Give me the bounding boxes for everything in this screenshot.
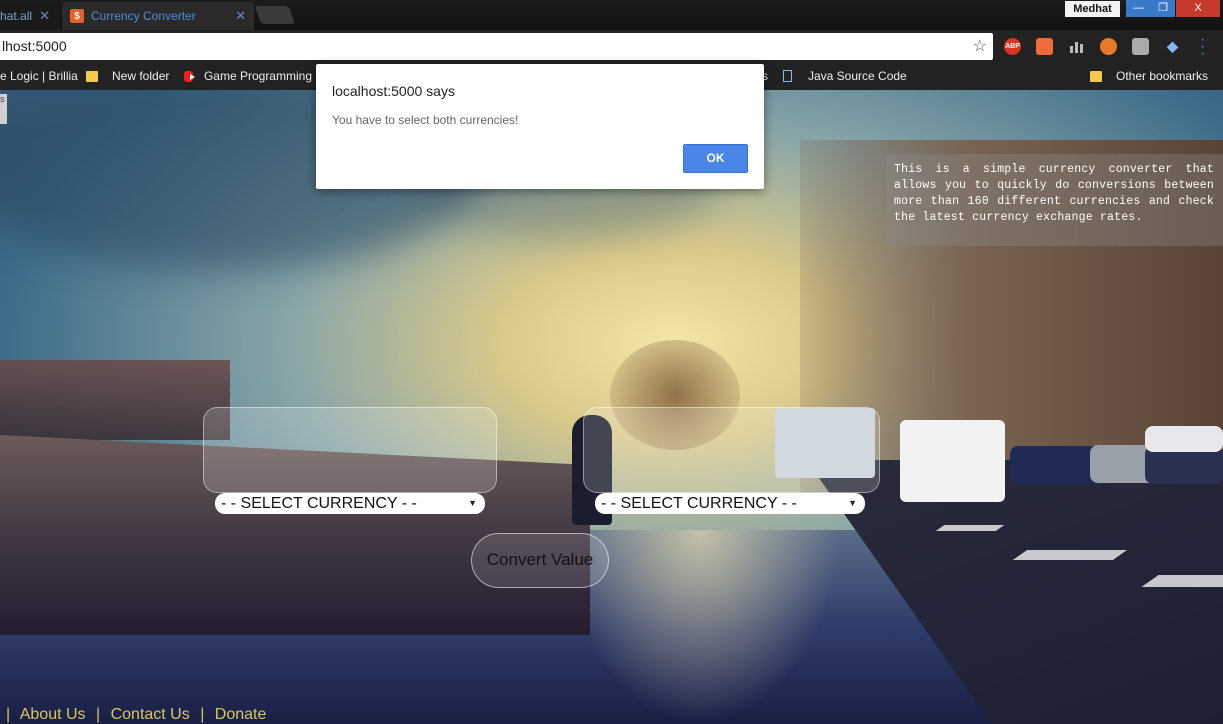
bookmark-item[interactable]: New folder xyxy=(86,69,169,83)
footer-separator: | xyxy=(6,706,11,723)
footer-separator: | xyxy=(200,706,205,723)
bookmark-star-icon[interactable]: ☆ xyxy=(973,33,987,60)
contact-us-link[interactable]: Contact Us xyxy=(111,706,190,723)
dropdown-arrow-icon: ▼ xyxy=(468,498,477,508)
bookmark-item[interactable]: e Logic | Brillia xyxy=(0,69,78,83)
youtube-icon xyxy=(184,70,195,82)
to-currency-select[interactable]: - - SELECT CURRENCY - - ▼ xyxy=(595,493,865,514)
close-tab-icon[interactable]: ✕ xyxy=(39,8,50,24)
dialog-message: You have to select both currencies! xyxy=(332,113,519,127)
new-tab-button[interactable] xyxy=(254,6,296,24)
bookmark-label: e Logic | Brillia xyxy=(0,69,78,83)
tab-label: Currency Converter xyxy=(91,9,196,23)
other-bookmarks[interactable]: Other bookmarks xyxy=(1090,69,1208,83)
background-lane-marking xyxy=(935,525,1005,531)
ok-button[interactable]: OK xyxy=(683,144,748,173)
info-text: This is a simple currency converter that… xyxy=(886,154,1223,246)
bookmark-item[interactable]: Java Source Code xyxy=(783,69,907,83)
select-value: - - SELECT CURRENCY - - xyxy=(601,495,797,512)
bookmark-label: New folder xyxy=(112,69,170,83)
maximize-button[interactable]: ❐ xyxy=(1151,0,1175,17)
folder-icon xyxy=(86,70,98,82)
adblock-icon[interactable]: ABP xyxy=(1004,38,1021,55)
from-currency-panel xyxy=(203,407,497,493)
donate-link[interactable]: Donate xyxy=(215,706,267,723)
close-tab-icon[interactable]: ✕ xyxy=(235,8,246,24)
tab-currency-converter[interactable]: $ Currency Converter ✕ xyxy=(62,2,254,30)
tab-label: hat.all xyxy=(0,9,33,23)
background-buildings-left xyxy=(0,360,230,440)
footer-separator: | xyxy=(95,706,101,723)
dollar-favicon-icon: $ xyxy=(70,9,84,23)
side-tab[interactable]: s xyxy=(0,94,7,124)
extension-stats-icon[interactable] xyxy=(1068,38,1085,55)
browser-titlebar: hat.all ✕ $ Currency Converter ✕ Medhat … xyxy=(0,0,1223,30)
bookmark-label: Game Programming xyxy=(203,69,312,83)
dialog-title: localhost:5000 says xyxy=(332,83,455,99)
background-van xyxy=(900,420,1005,502)
footer-links: | About Us | Contact Us | Donate xyxy=(6,706,272,724)
extension-orange-icon[interactable] xyxy=(1100,38,1117,55)
to-currency-panel xyxy=(583,407,880,493)
tab-inactive[interactable]: hat.all ✕ xyxy=(0,2,60,30)
alert-dialog: localhost:5000 says You have to select b… xyxy=(316,64,764,189)
dropdown-arrow-icon: ▼ xyxy=(848,498,857,508)
browser-menu-icon[interactable]: · · · xyxy=(1200,32,1205,62)
extension-photo-icon[interactable] xyxy=(1036,38,1053,55)
address-bar[interactable]: lhost:5000 ☆ xyxy=(0,33,993,60)
background-car xyxy=(1145,426,1223,452)
minimize-button[interactable]: — xyxy=(1126,0,1151,17)
extension-puzzle-icon[interactable] xyxy=(1132,38,1149,55)
bookmark-item[interactable]: Game Programming xyxy=(184,69,312,83)
bookmark-label: Other bookmarks xyxy=(1116,69,1209,83)
profile-button[interactable]: Medhat xyxy=(1065,1,1120,17)
about-us-link[interactable]: About Us xyxy=(20,706,86,723)
extension-diamond-icon[interactable]: ◆ xyxy=(1164,38,1181,55)
browser-toolbar: lhost:5000 ☆ ABP ◆ · · · xyxy=(0,30,1223,64)
select-value: - - SELECT CURRENCY - - xyxy=(221,495,417,512)
close-window-button[interactable]: X xyxy=(1176,0,1220,17)
convert-value-button[interactable]: Convert Value xyxy=(471,533,609,588)
folder-icon xyxy=(1090,70,1102,82)
bookmark-label: Java Source Code xyxy=(808,69,907,83)
from-currency-select[interactable]: - - SELECT CURRENCY - - ▼ xyxy=(215,493,485,514)
background-lane-marking xyxy=(1012,550,1128,560)
document-icon xyxy=(783,70,792,82)
address-text: lhost:5000 xyxy=(2,38,67,54)
background-lane-marking xyxy=(1141,575,1223,587)
